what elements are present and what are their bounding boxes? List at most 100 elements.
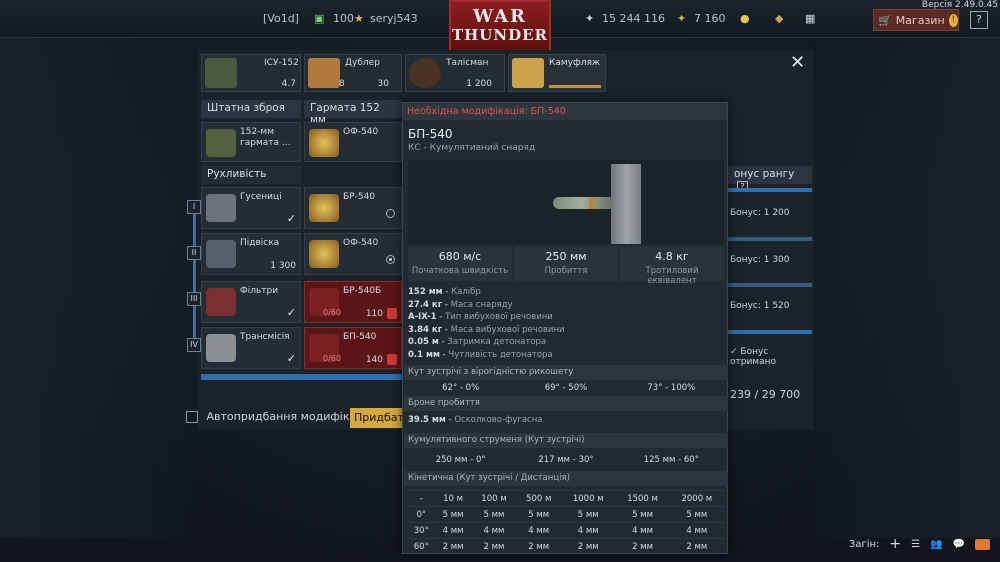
required-modification: Необхідна модифікація: БП-540 bbox=[403, 103, 727, 120]
weapon-name: 152-мм гармата ... bbox=[240, 127, 291, 148]
ammo-cell-bp540[interactable]: БП-540 0/60 140 bbox=[304, 327, 402, 369]
talisman-card[interactable]: Талісман 1 200 bbox=[405, 54, 505, 92]
rank-bonus-label: онус рангу bbox=[734, 168, 795, 180]
mobility-transmission[interactable]: Трансмісія ✓ bbox=[201, 327, 301, 369]
bottom-bar: Загін: + ☰ 👥 💬 bbox=[849, 536, 990, 552]
camouflage-progress bbox=[549, 85, 601, 88]
lightbulb-icon[interactable]: ● bbox=[740, 12, 750, 25]
talisman-icon bbox=[409, 58, 441, 88]
cumulative-row: 250 мм - 0° 217 мм - 30° 125 мм - 60° bbox=[408, 455, 724, 465]
spec-key: Затримка детонатора bbox=[447, 337, 547, 347]
ammo-cell-br540b[interactable]: БР-540Б 0/60 110 bbox=[304, 281, 402, 323]
mobility-tracks[interactable]: Гусениці ✓ bbox=[201, 187, 301, 229]
mobility-suspension[interactable]: Підвіска 1 300 bbox=[201, 233, 301, 275]
talisman-title: Талісман bbox=[446, 58, 489, 68]
ammo-cost: 140 bbox=[365, 355, 383, 365]
cumulative-value: 125 мм - 60° bbox=[643, 455, 699, 465]
friends-icon[interactable]: 👥 bbox=[930, 539, 942, 550]
diamond-icon[interactable]: ◆ bbox=[775, 12, 783, 25]
cart-icon: 🛒 bbox=[878, 13, 892, 27]
kinetic-col: - bbox=[408, 490, 435, 507]
shop-button[interactable]: 🛒 Магазин ! bbox=[873, 9, 959, 31]
help-button[interactable]: ? bbox=[970, 11, 988, 29]
transmission-icon bbox=[206, 334, 236, 362]
ricochet-header: Кут зустрічі з вірогідністю рикошету bbox=[404, 365, 728, 380]
mobility-filters[interactable]: Фільтри ✓ bbox=[201, 281, 301, 323]
shell-icon bbox=[309, 194, 339, 222]
kinetic-cell: 60° bbox=[408, 538, 435, 555]
camouflage-title: Камуфляж bbox=[549, 58, 600, 68]
weapon-cell[interactable]: 152-мм гармата ... bbox=[201, 122, 301, 162]
research-progress: 0/60 bbox=[323, 354, 341, 363]
ammo-cost: 110 bbox=[365, 309, 383, 319]
autobuy-checkbox[interactable] bbox=[186, 411, 198, 423]
spec-value: 27.4 кг bbox=[408, 299, 443, 310]
research-total: 239 / 29 700 bbox=[730, 388, 801, 401]
ammo-radio[interactable] bbox=[386, 209, 395, 218]
bonus-bar bbox=[728, 188, 812, 192]
kinetic-col: 2000 м bbox=[669, 490, 724, 507]
stat-label: Початкова швидкість bbox=[411, 266, 509, 276]
list-icon[interactable]: ☰ bbox=[911, 539, 920, 550]
check-icon: ✓ bbox=[286, 306, 296, 319]
backup-title: Дублер bbox=[345, 58, 380, 68]
ricochet-value: 62° - 0% bbox=[442, 383, 480, 393]
cumulative-header: Кумулятивного струменя (Кут зустрічі) bbox=[404, 433, 728, 448]
backup-card[interactable]: Дублер 8 30 bbox=[304, 54, 402, 92]
spec-row: 27.4 кг - Маса снаряду bbox=[408, 299, 513, 310]
ammo-radio-selected[interactable] bbox=[386, 255, 395, 264]
kinetic-col: 1500 м bbox=[615, 490, 670, 507]
he-pen-value: 39.5 мм bbox=[408, 415, 446, 425]
kinetic-cell: 2 мм bbox=[615, 538, 670, 555]
ammo-name: БР-540 bbox=[343, 192, 376, 202]
username[interactable]: seryj543 bbox=[370, 12, 418, 25]
kinetic-row: 0° 5 мм 5 мм 5 мм 5 мм 5 мм 5 мм bbox=[408, 506, 724, 523]
war-thunder-logo: WAR THUNDER bbox=[449, 0, 551, 52]
kinetic-header: Кінетична (Кут зустрічі / Дистанція) bbox=[404, 471, 728, 486]
chat-icon[interactable]: 💬 bbox=[953, 539, 965, 550]
lock-icon bbox=[387, 354, 397, 365]
penetration-render bbox=[408, 160, 724, 244]
close-icon[interactable]: ✕ bbox=[790, 52, 805, 73]
mail-icon[interactable] bbox=[975, 538, 990, 550]
shell-icon bbox=[309, 240, 339, 268]
key-stats: 680 м/с Початкова швидкість 250 мм Проби… bbox=[408, 246, 724, 286]
rank-bonus-2: Бонус: 1 300 bbox=[730, 255, 790, 265]
vehicle-card[interactable]: ІСУ-152 4.7 bbox=[201, 54, 301, 92]
camouflage-card[interactable]: Камуфляж bbox=[508, 54, 606, 92]
buy-button[interactable]: Придбати bbox=[350, 408, 405, 428]
ticket-icon[interactable]: ▦ bbox=[805, 12, 815, 25]
spec-key: Маса вибухової речовини bbox=[450, 324, 565, 335]
gold-eagle-icon: ✦ bbox=[677, 12, 687, 25]
kinetic-cell: 4 мм bbox=[434, 522, 472, 539]
ammo-cell-of540-2[interactable]: ОФ-540 bbox=[304, 233, 402, 275]
kinetic-cell: 4 мм bbox=[561, 522, 616, 539]
spec-row: 0.1 мм - Чутливість детонатора bbox=[408, 349, 553, 360]
bonus-bar bbox=[728, 237, 812, 241]
spec-value: 152 мм bbox=[408, 287, 443, 297]
cannon-icon bbox=[206, 129, 236, 157]
ammo-cell-br540[interactable]: БР-540 bbox=[304, 187, 402, 229]
rank-bonus-3: Бонус: 1 520 bbox=[730, 301, 790, 311]
autobuy-toggle[interactable]: Автопридбання модифікацій bbox=[186, 410, 374, 423]
kinetic-cell: 2 мм bbox=[434, 538, 472, 555]
silver-eagle-icon: ✦ bbox=[585, 12, 595, 25]
rank-progress-line bbox=[193, 214, 196, 346]
kinetic-cell: 4 мм bbox=[615, 522, 670, 539]
ammo-title: БП-540 bbox=[408, 127, 453, 141]
mobility-name: Підвіска bbox=[240, 238, 280, 248]
kinetic-cell: 4 мм bbox=[669, 522, 724, 539]
rank-marker: IV bbox=[187, 338, 201, 352]
spec-key: Чутливість детонатора bbox=[448, 349, 553, 360]
camouflage-icon bbox=[512, 58, 544, 88]
section-mobility: Рухливість bbox=[201, 166, 301, 184]
background-left-panel bbox=[0, 38, 190, 538]
ammo-name: ОФ-540 bbox=[343, 127, 379, 137]
check-icon: ✓ bbox=[730, 347, 738, 357]
shop-label: Магазин bbox=[895, 13, 945, 27]
plus-icon[interactable]: + bbox=[889, 536, 901, 552]
ammo-cell-of540[interactable]: ОФ-540 bbox=[304, 122, 402, 162]
kinetic-row: 30° 4 мм 4 мм 4 мм 4 мм 4 мм 4 мм bbox=[408, 522, 724, 539]
clan-tag[interactable]: [Vo1d] bbox=[263, 12, 299, 25]
rank-marker: II bbox=[187, 246, 201, 260]
